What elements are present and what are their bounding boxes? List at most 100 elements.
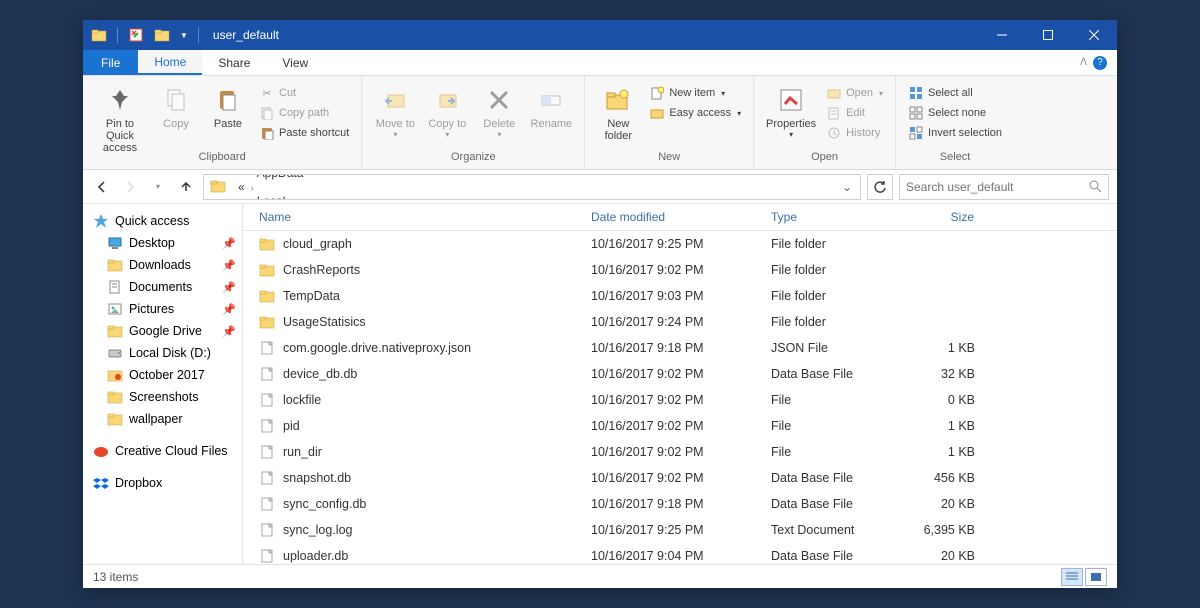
pin-to-quick-access-button[interactable]: Pin to Quick access [93,82,147,154]
maximize-button[interactable] [1025,20,1071,50]
file-row[interactable]: UsageStatisics10/16/2017 9:24 PMFile fol… [243,309,1117,335]
sidebar-item[interactable]: Downloads📌 [83,254,242,276]
refresh-button[interactable] [867,174,893,200]
file-icon [259,392,275,408]
file-row[interactable]: sync_log.log10/16/2017 9:25 PMText Docum… [243,517,1117,543]
file-size: 0 KB [893,390,983,410]
breadcrumb-dropdown-icon[interactable]: ⌄ [836,180,858,194]
sidebar-dropbox[interactable]: Dropbox [83,472,242,494]
nav-recent-button[interactable]: ▾ [147,176,169,198]
sidebar-item[interactable]: Desktop 📌 [83,232,242,254]
close-button[interactable] [1071,20,1117,50]
easy-access-button[interactable]: Easy access▾ [647,104,743,122]
pin-icon: 📌 [222,303,240,316]
new-folder-button[interactable]: New folder [595,82,641,142]
move-to-button[interactable]: Move to▾ [372,82,418,139]
pin-icon: 📌 [222,259,240,272]
search-input[interactable] [906,180,1089,194]
ribbon-group-select: Select all Select none Invert selection … [896,76,1014,169]
search-box[interactable] [899,174,1109,200]
sidebar-item[interactable]: Pictures📌 [83,298,242,320]
file-name: pid [283,419,300,433]
cut-button[interactable]: ✂Cut [257,84,351,102]
paste-button[interactable]: Paste [205,82,251,130]
move-to-icon [379,84,411,116]
paste-shortcut-button[interactable]: Paste shortcut [257,124,351,142]
delete-button[interactable]: Delete▾ [476,82,522,139]
file-row[interactable]: uploader.db10/16/2017 9:04 PMData Base F… [243,543,1117,564]
sidebar-item-label: Desktop [129,236,175,250]
qat-dropdown-icon[interactable]: ▼ [180,31,188,40]
pin-icon: 📌 [222,237,240,250]
invert-selection-button[interactable]: Invert selection [906,124,1004,142]
sidebar-item[interactable]: wallpaper [83,408,242,430]
select-all-button[interactable]: Select all [906,84,1004,102]
file-icon [259,314,275,330]
nav-forward-button[interactable] [119,176,141,198]
file-date: 10/16/2017 9:02 PM [583,260,763,280]
select-none-button[interactable]: Select none [906,104,1004,122]
file-name: TempData [283,289,340,303]
chevron-right-icon: › [251,183,254,193]
dropbox-icon [93,475,109,491]
help-icon[interactable]: ? [1093,56,1107,70]
tab-view[interactable]: View [266,50,324,75]
nav-back-button[interactable] [91,176,113,198]
column-header-type[interactable]: Type [763,204,893,230]
collapse-ribbon-icon[interactable]: ᐱ [1080,57,1087,68]
sidebar-item-label: Documents [129,280,192,294]
sidebar-item[interactable]: Documents📌 [83,276,242,298]
properties-button[interactable]: Properties▾ [764,82,818,139]
breadcrumb[interactable]: « Local Disk (C:)›Users›fatiw›AppData›Lo… [203,174,861,200]
file-row[interactable]: com.google.drive.nativeproxy.json10/16/2… [243,335,1117,361]
view-details-button[interactable] [1061,568,1083,586]
file-type: JSON File [763,338,893,358]
nav-up-button[interactable] [175,176,197,198]
copy-path-button[interactable]: Copy path [257,104,351,122]
sidebar-item[interactable]: Screenshots [83,386,242,408]
content-area: Quick access Desktop📌Downloads📌Documents… [83,204,1117,564]
breadcrumb-item[interactable]: AppData [251,174,342,180]
file-row[interactable]: snapshot.db10/16/2017 9:02 PMData Base F… [243,465,1117,491]
tab-home[interactable]: Home [138,50,202,75]
column-header-date[interactable]: Date modified [583,204,763,230]
file-row[interactable]: lockfile10/16/2017 9:02 PMFile0 KB [243,387,1117,413]
status-item-count: 13 items [93,570,138,584]
status-bar: 13 items [83,564,1117,588]
column-header-name[interactable]: Name [243,204,583,230]
file-row[interactable]: cloud_graph10/16/2017 9:25 PMFile folder [243,231,1117,257]
file-date: 10/16/2017 9:04 PM [583,546,763,564]
copy-button[interactable]: Copy [153,82,199,130]
file-row[interactable]: sync_config.db10/16/2017 9:18 PMData Bas… [243,491,1117,517]
sidebar-item[interactable]: October 2017 [83,364,242,386]
view-large-icons-button[interactable] [1085,568,1107,586]
ribbon-caption-clipboard: Clipboard [199,148,246,167]
folder-icon[interactable] [154,27,170,43]
file-row[interactable]: run_dir10/16/2017 9:02 PMFile1 KB [243,439,1117,465]
file-row[interactable]: device_db.db10/16/2017 9:02 PMData Base … [243,361,1117,387]
ribbon-group-organize: Move to▾ Copy to▾ Delete▾ Rename Organiz… [362,76,585,169]
sidebar-quick-access[interactable]: Quick access [83,210,242,232]
sidebar-item[interactable]: Local Disk (D:) [83,342,242,364]
edit-button[interactable]: Edit [824,104,885,122]
file-row[interactable]: TempData10/16/2017 9:03 PMFile folder [243,283,1117,309]
breadcrumb-item[interactable]: Local [251,194,342,200]
tab-share[interactable]: Share [202,50,266,75]
history-button[interactable]: History [824,124,885,142]
crumb-overflow[interactable]: « [232,180,251,194]
properties-icon[interactable] [128,27,144,43]
tab-file[interactable]: File [83,50,138,75]
rename-button[interactable]: Rename [528,82,574,130]
open-button[interactable]: Open▾ [824,84,885,102]
new-item-button[interactable]: New item▾ [647,84,743,102]
file-list[interactable]: Name Date modified Type Size cloud_graph… [243,204,1117,564]
column-header-size[interactable]: Size [893,204,983,230]
file-name: sync_config.db [283,497,366,511]
sidebar-creative-cloud[interactable]: Creative Cloud Files [83,440,242,462]
file-row[interactable]: CrashReports10/16/2017 9:02 PMFile folde… [243,257,1117,283]
file-row[interactable]: pid10/16/2017 9:02 PMFile1 KB [243,413,1117,439]
sidebar-item[interactable]: Google Drive📌 [83,320,242,342]
minimize-button[interactable] [979,20,1025,50]
navigation-pane[interactable]: Quick access Desktop📌Downloads📌Documents… [83,204,243,564]
copy-to-button[interactable]: Copy to▾ [424,82,470,139]
